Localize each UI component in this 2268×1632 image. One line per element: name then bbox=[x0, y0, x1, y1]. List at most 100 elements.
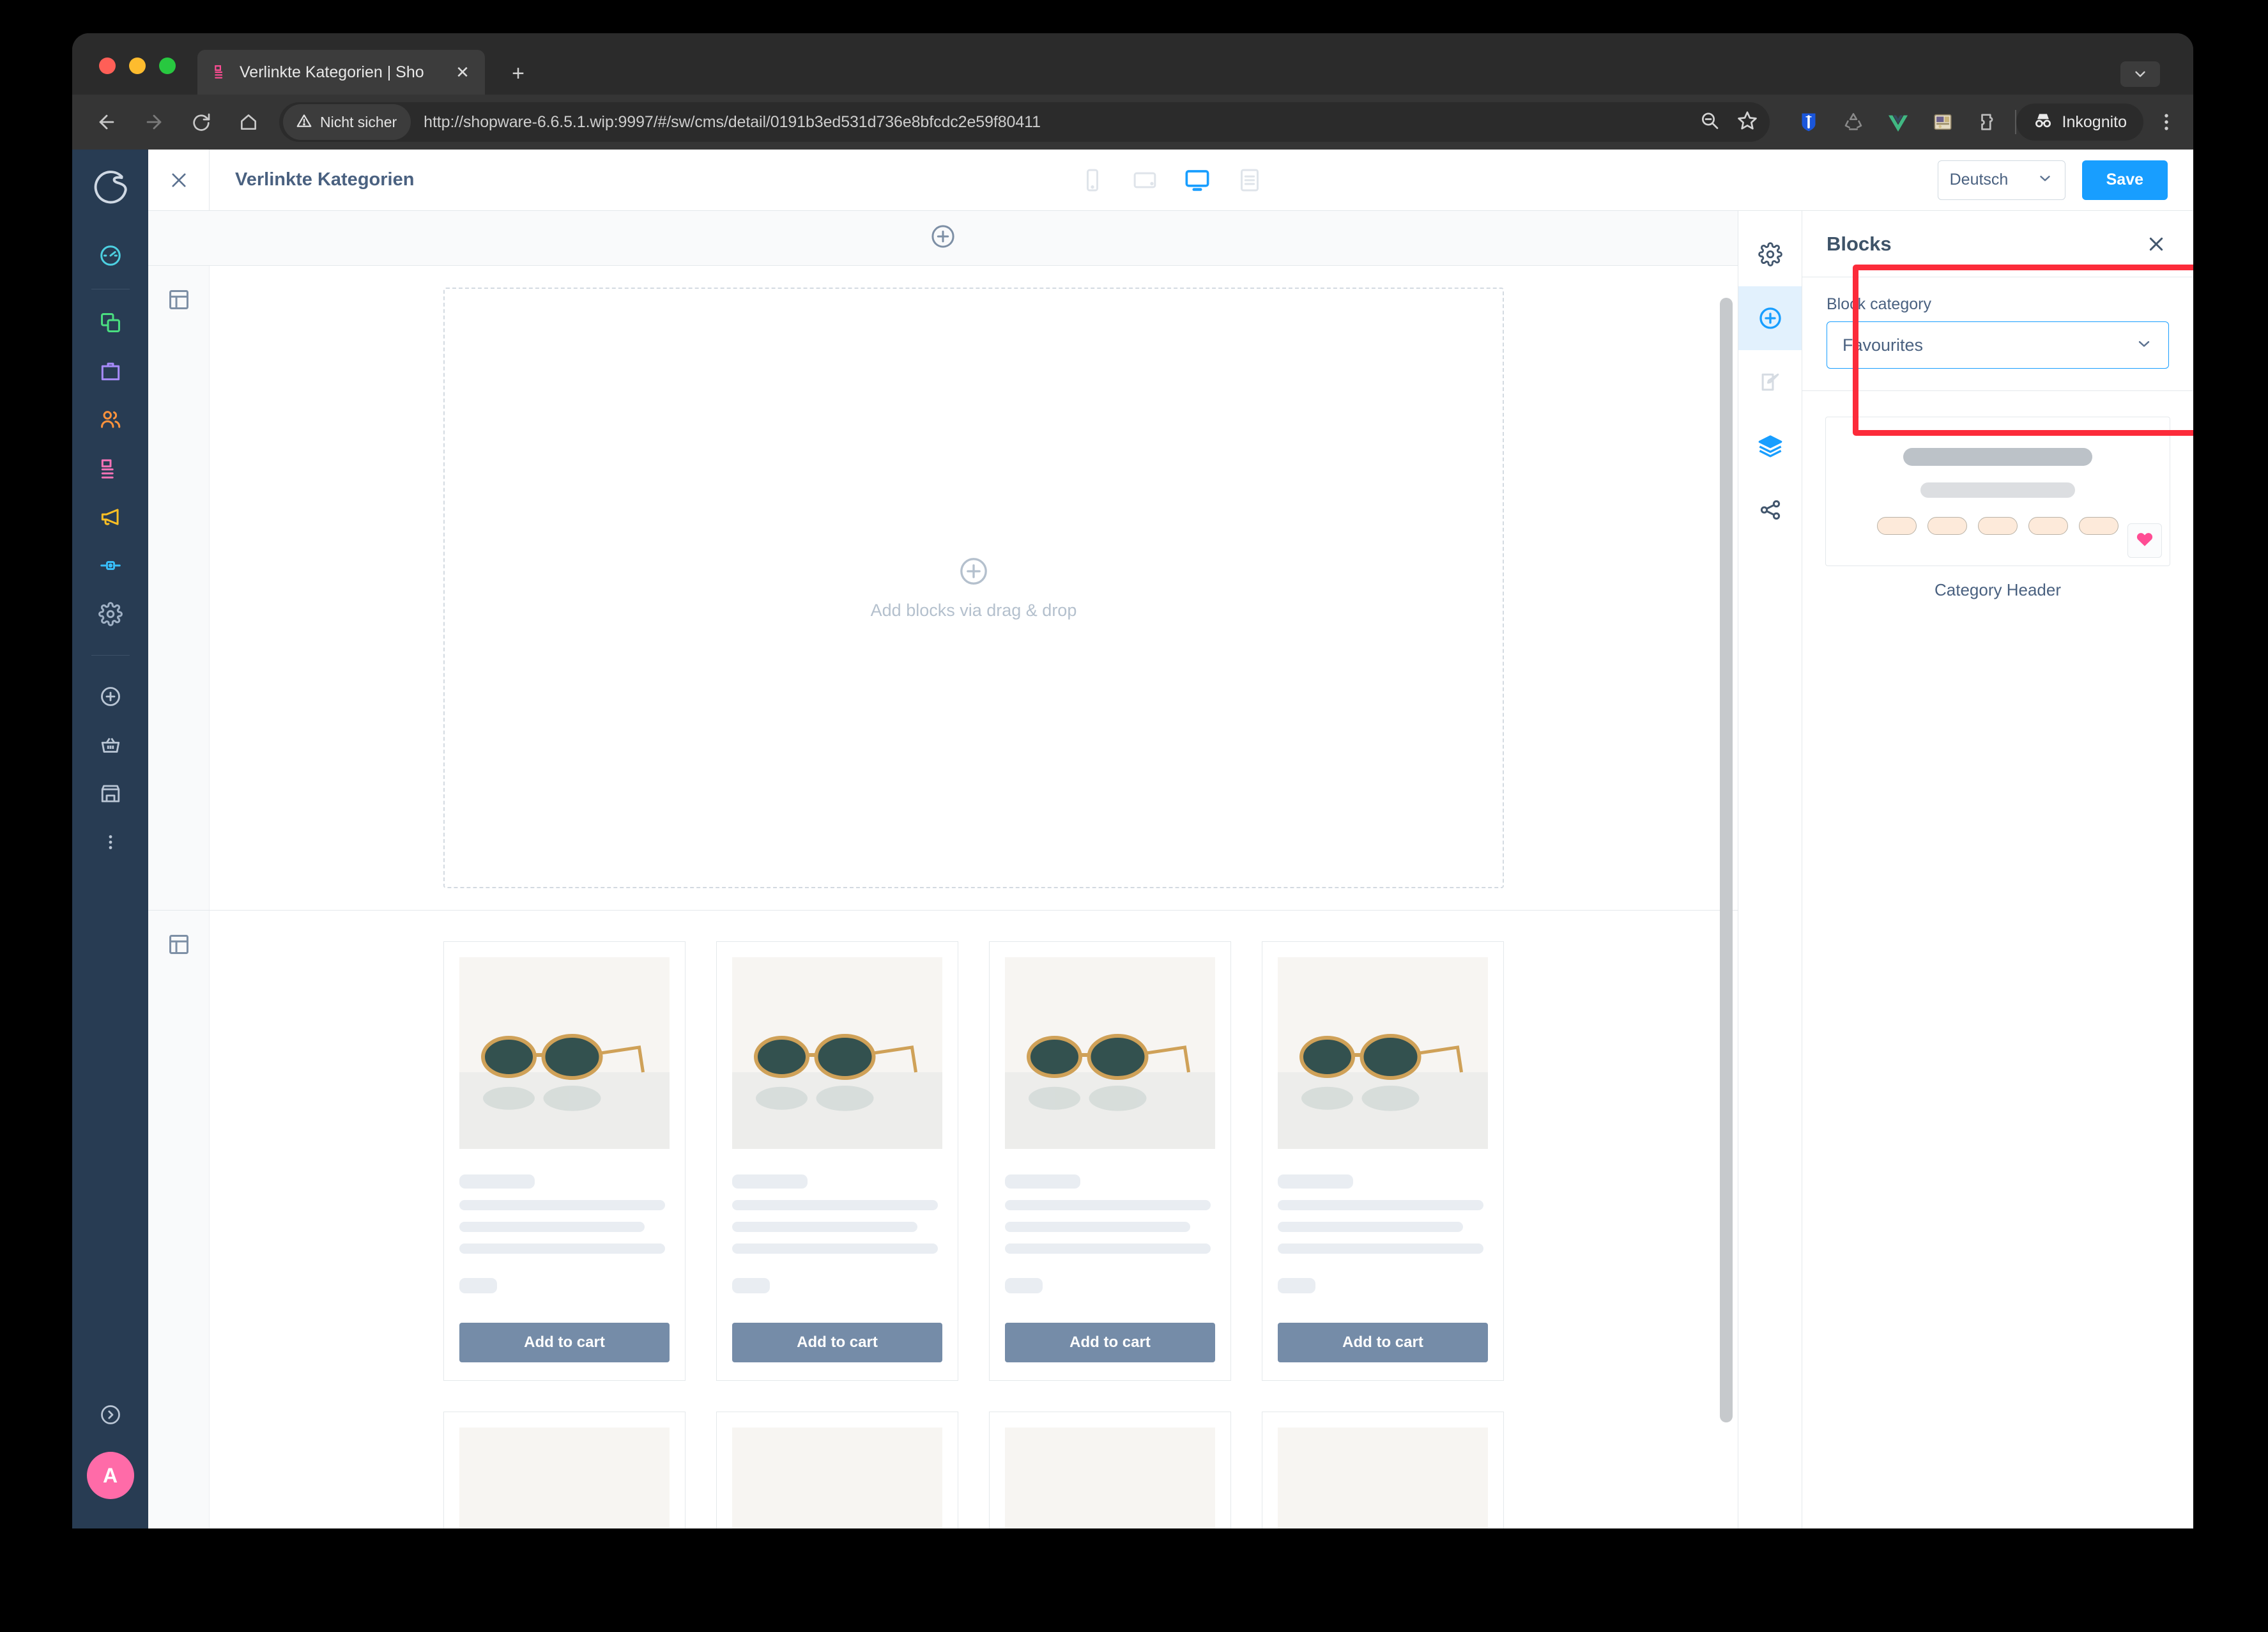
rail-item-share[interactable] bbox=[1738, 478, 1802, 542]
new-tab-button[interactable]: + bbox=[505, 61, 531, 87]
close-window-button[interactable] bbox=[99, 58, 116, 74]
canvas-scrollbar[interactable] bbox=[1720, 298, 1733, 1422]
cms-canvas: Add blocks via drag & drop Add to cart A… bbox=[148, 211, 1738, 1528]
sidebar-item-settings[interactable] bbox=[85, 590, 136, 638]
cms-editor: Verlinkte Kategorien Deutsch Save Add bl… bbox=[148, 149, 2193, 1528]
product-text-placeholder bbox=[1005, 1243, 1211, 1254]
product-card[interactable] bbox=[1262, 1412, 1504, 1528]
rail-item-add-blocks[interactable] bbox=[1738, 286, 1802, 350]
incognito-indicator[interactable]: Inkognito bbox=[2016, 104, 2143, 141]
product-text-placeholder bbox=[732, 1243, 939, 1254]
maximize-window-button[interactable] bbox=[159, 58, 176, 74]
shield-extension-icon[interactable] bbox=[1795, 109, 1822, 135]
device-desktop-button[interactable] bbox=[1179, 162, 1215, 198]
device-tablet-button[interactable] bbox=[1127, 162, 1163, 198]
layout-section-icon bbox=[167, 288, 191, 910]
sidebar-item-extensions[interactable] bbox=[85, 541, 136, 590]
security-status-chip[interactable]: Nicht sicher bbox=[283, 104, 411, 140]
avatar[interactable]: A bbox=[86, 1452, 134, 1499]
block-card-category-header[interactable]: Category Header bbox=[1825, 417, 2170, 600]
product-card[interactable]: Add to cart bbox=[443, 941, 686, 1381]
device-form-button[interactable] bbox=[1232, 162, 1268, 198]
add-to-cart-button[interactable]: Add to cart bbox=[1278, 1323, 1488, 1362]
close-icon[interactable] bbox=[148, 149, 210, 211]
add-section-top-button[interactable] bbox=[148, 211, 1738, 266]
rail-item-layers[interactable] bbox=[1738, 414, 1802, 478]
sunglasses-product-image bbox=[1005, 1428, 1215, 1528]
sidebar-item-basket[interactable] bbox=[85, 721, 136, 769]
section-handle[interactable] bbox=[148, 266, 210, 910]
reload-icon[interactable] bbox=[183, 104, 219, 140]
block-category-select[interactable]: Favourites bbox=[1827, 321, 2169, 369]
blocks-panel-header: Blocks bbox=[1802, 211, 2193, 277]
favourite-toggle-button[interactable] bbox=[2127, 523, 2162, 558]
sidebar-item-add[interactable] bbox=[85, 672, 136, 721]
admin-sidebar-footer: A bbox=[72, 1390, 148, 1528]
sunglasses-product-image bbox=[1005, 957, 1215, 1149]
sidebar-item-storefront[interactable] bbox=[85, 769, 136, 818]
sidebar-item-orders[interactable] bbox=[85, 347, 136, 396]
sidebar-divider bbox=[91, 655, 130, 656]
incognito-icon bbox=[2033, 111, 2053, 134]
help-circle-icon[interactable] bbox=[85, 1390, 136, 1439]
page-title: Verlinkte Kategorien bbox=[235, 169, 415, 190]
add-to-cart-button[interactable]: Add to cart bbox=[459, 1323, 670, 1362]
heart-icon bbox=[2135, 530, 2154, 552]
section-content: Add blocks via drag & drop bbox=[210, 266, 1738, 910]
rail-item-settings[interactable] bbox=[1738, 222, 1802, 286]
product-card[interactable]: Add to cart bbox=[1262, 941, 1504, 1381]
product-card[interactable] bbox=[989, 1412, 1231, 1528]
product-text-placeholder bbox=[1278, 1222, 1463, 1232]
add-to-cart-button[interactable]: Add to cart bbox=[732, 1323, 942, 1362]
sunglasses-product-image bbox=[1278, 1428, 1488, 1528]
shopware-logo-icon[interactable] bbox=[91, 167, 130, 206]
product-title-placeholder bbox=[1278, 1174, 1354, 1189]
add-to-cart-button[interactable]: Add to cart bbox=[1005, 1323, 1215, 1362]
sidebar-item-marketing[interactable] bbox=[85, 493, 136, 541]
zoom-out-icon[interactable] bbox=[1699, 111, 1720, 134]
section-content: Add to cart Add to cart Add to cart Add … bbox=[210, 911, 1738, 1528]
recycle-extension-icon[interactable] bbox=[1840, 109, 1867, 135]
browser-tab-title: Verlinkte Kategorien | Shoppi bbox=[240, 63, 425, 81]
sidebar-item-dashboard[interactable] bbox=[85, 231, 136, 280]
kebab-menu-icon[interactable] bbox=[2150, 105, 2183, 139]
close-icon[interactable]: ✕ bbox=[453, 63, 472, 82]
product-card[interactable]: Add to cart bbox=[989, 941, 1231, 1381]
content-list-icon bbox=[213, 64, 229, 81]
sunglasses-product-image bbox=[732, 1428, 942, 1528]
save-button[interactable]: Save bbox=[2081, 160, 2168, 200]
minimize-window-button[interactable] bbox=[129, 58, 146, 74]
block-preview[interactable] bbox=[1825, 417, 2170, 566]
home-icon[interactable] bbox=[231, 104, 266, 140]
rail-item-form-element[interactable] bbox=[1738, 350, 1802, 414]
incognito-label: Inkognito bbox=[2062, 112, 2127, 131]
device-switcher bbox=[1075, 162, 1268, 198]
language-select[interactable]: Deutsch bbox=[1937, 160, 2065, 200]
product-card[interactable] bbox=[443, 1412, 686, 1528]
product-card[interactable] bbox=[716, 1412, 958, 1528]
sidebar-item-catalogues[interactable] bbox=[85, 298, 136, 347]
empty-block-dropzone[interactable]: Add blocks via drag & drop bbox=[443, 288, 1504, 888]
puzzle-extensions-icon[interactable] bbox=[1974, 109, 2001, 135]
product-card[interactable]: Add to cart bbox=[716, 941, 958, 1381]
section-handle[interactable] bbox=[148, 911, 210, 1528]
arrow-left-icon[interactable] bbox=[89, 104, 125, 140]
blocks-panel: Blocks Block category Favourites Categor… bbox=[1802, 211, 2193, 1528]
omnibox[interactable]: Nicht sicher http://shopware-6.6.5.1.wip… bbox=[279, 102, 1770, 142]
omnibox-actions bbox=[1699, 110, 1758, 135]
plus-circle-icon bbox=[930, 223, 956, 253]
sidebar-item-content[interactable] bbox=[85, 444, 136, 493]
star-icon[interactable] bbox=[1736, 110, 1758, 135]
browser-tab[interactable]: Verlinkte Kategorien | Shoppi ✕ bbox=[197, 50, 485, 95]
device-mobile-button[interactable] bbox=[1075, 162, 1110, 198]
chevron-down-icon bbox=[2037, 170, 2053, 190]
arrow-right-icon[interactable] bbox=[136, 104, 172, 140]
product-row bbox=[443, 1412, 1504, 1528]
chevron-down-icon[interactable] bbox=[2120, 61, 2160, 87]
preview-subline-bar bbox=[1920, 482, 2076, 498]
sidebar-item-customers[interactable] bbox=[85, 396, 136, 444]
vue-devtools-icon[interactable] bbox=[1885, 109, 1912, 135]
sidebar-item-more[interactable] bbox=[85, 818, 136, 866]
image-extension-icon[interactable] bbox=[1929, 109, 1956, 135]
close-icon[interactable] bbox=[2143, 231, 2169, 257]
